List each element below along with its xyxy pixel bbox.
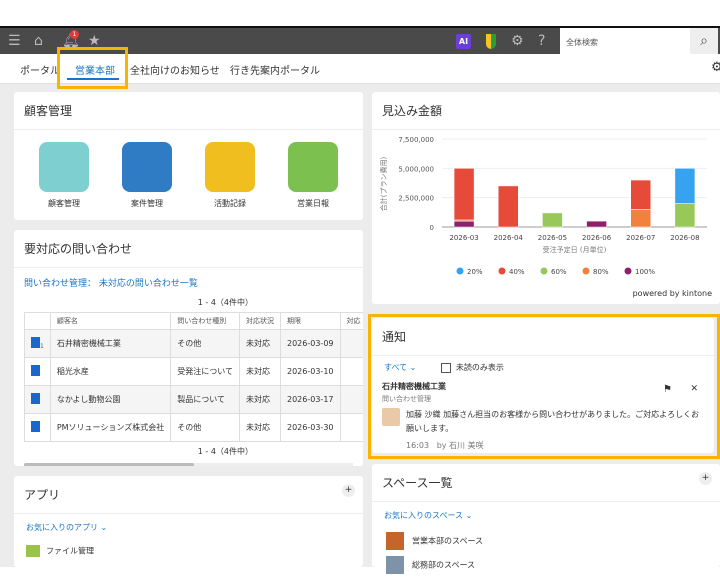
record-icon[interactable] <box>31 393 40 404</box>
table-cell: なかよし動物公園 <box>49 385 172 414</box>
table-row[interactable]: 1 石井精密機械工業 その他 未対応 2026-03-09 <box>24 329 363 358</box>
forecast-chart: 0 2,500,000 5,000,000 7,500,000 合計(プラン費用) 202… <box>379 136 707 276</box>
inquiry-list-link[interactable]: 問い合わせ管理： 未対応の問い合わせ一覧 <box>14 268 363 297</box>
table-cell: 未対応 <box>239 357 281 386</box>
legend-label: 40% <box>509 268 525 276</box>
customer-panel: 顧客管理 顧客管理 案件管理 活動記録 営業日報 <box>14 92 363 220</box>
y-tick-label: 0 <box>430 224 434 232</box>
highlight-box <box>57 47 128 89</box>
gear-icon[interactable]: ⚙ <box>511 33 524 49</box>
legend-marker <box>582 267 590 275</box>
table-row[interactable]: PMソリューションズ株式会社 その他 未対応 2026-03-30 <box>24 413 363 442</box>
space-item[interactable]: 総務部のスペース <box>372 553 720 577</box>
legend-marker <box>624 267 632 275</box>
legend-label: 80% <box>593 268 609 276</box>
search-icon[interactable]: ⌕ <box>690 28 718 54</box>
x-tick-label: 2026-06 <box>582 234 612 242</box>
table-cell: 未対応 <box>239 385 281 414</box>
beginner-icon[interactable] <box>486 34 496 49</box>
record-icon[interactable] <box>31 337 40 348</box>
table-cell: 2026-03-09 <box>280 329 341 358</box>
legend-label: 60% <box>551 268 567 276</box>
table-cell: 2026-03-17 <box>280 385 341 414</box>
legend-marker <box>540 267 548 275</box>
app-activity[interactable]: 活動記録 <box>205 142 255 209</box>
record-icon[interactable] <box>31 421 40 432</box>
highlight-box <box>368 314 720 459</box>
panel-title: 顧客管理 <box>14 92 363 130</box>
tab-portal[interactable]: ポータル <box>20 62 60 77</box>
y-tick-label: 2,500,000 <box>398 195 434 203</box>
record-count: 1 - 4（4件中） <box>197 298 253 307</box>
panel-title: スペース一覧 <box>372 464 720 502</box>
add-space-button[interactable]: + <box>699 472 712 485</box>
forecast-panel: 見込み金額 0 2,500,000 5,000,000 7,500,000 合計(プラン… <box>372 92 720 304</box>
x-tick-label: 2026-03 <box>449 234 478 242</box>
table-cell: 石井精密機械工業 <box>49 329 172 358</box>
bar-segment <box>453 168 475 221</box>
app-deals[interactable]: 案件管理 <box>122 142 172 209</box>
search-input[interactable]: 全体検索 <box>560 28 690 54</box>
y-tick-label: 5,000,000 <box>398 165 434 173</box>
table-cell: 未対応 <box>239 329 281 358</box>
table-cell: その他 <box>170 413 240 442</box>
table-cell: 受発注について <box>170 357 240 386</box>
legend-label: 100% <box>635 268 655 276</box>
inquiry-table: 顧客名 問い合わせ種別 対応状況 期限 対応 1 石井精密機械工業 その他 未対応 2026-0… <box>24 312 363 442</box>
x-tick-label: 2026-05 <box>538 234 567 242</box>
legend-label: 20% <box>467 268 483 276</box>
powered-by: powered by kintone <box>632 289 712 298</box>
bar-segment <box>630 179 651 210</box>
bar-segment <box>453 220 475 228</box>
table-row[interactable]: なかよし動物公園 製品について 未対応 2026-03-17 <box>24 385 363 414</box>
panel-title: アプリ <box>14 476 363 514</box>
table-cell: 未対応 <box>239 413 281 442</box>
bar-segment <box>630 209 651 228</box>
tab-announcements[interactable]: 全社向けのお知らせ <box>130 62 220 77</box>
space-item[interactable]: 営業本部のスペース <box>372 529 720 553</box>
ai-button[interactable]: AI <box>456 34 471 49</box>
table-cell: 2026-03-10 <box>280 357 341 386</box>
app-daily-report[interactable]: 営業日報 <box>288 142 338 209</box>
table-cell: 稲光水産 <box>49 357 172 386</box>
notification-badge: 1 <box>70 30 79 39</box>
horizontal-scrollbar[interactable] <box>24 463 194 466</box>
table-cell: 製品について <box>170 385 240 414</box>
comment-badge: 1 <box>40 343 44 350</box>
bar-segment <box>674 168 696 204</box>
inquiries-panel: 要対応の問い合わせ 問い合わせ管理： 未対応の問い合わせ一覧 1 - 4（4件中… <box>14 230 363 466</box>
favorite-apps-dropdown[interactable]: お気に入りのアプリ <box>26 523 98 532</box>
tab-whereabouts[interactable]: 行き先案内ポータル <box>230 62 320 77</box>
help-icon[interactable]: ? <box>538 33 545 49</box>
record-icon[interactable] <box>31 365 40 376</box>
bar-segment <box>586 220 607 228</box>
panel-title: 要対応の問い合わせ <box>14 230 363 268</box>
app-customer[interactable]: 顧客管理 <box>39 142 89 209</box>
x-tick-label: 2026-04 <box>494 234 524 242</box>
record-count-bottom: 1 - 4（4件中） <box>197 447 253 456</box>
favorite-spaces-dropdown[interactable]: お気に入りのスペース <box>384 511 463 520</box>
legend-marker <box>456 267 464 275</box>
x-axis-label: 受注予定日 (月単位) <box>543 245 607 254</box>
y-tick-label: 7,500,000 <box>398 136 434 144</box>
table-cell: その他 <box>170 329 240 358</box>
table-cell: PMソリューションズ株式会社 <box>49 413 172 442</box>
add-app-button[interactable]: + <box>342 484 355 497</box>
bar-segment <box>674 203 696 228</box>
x-tick-label: 2026-07 <box>626 234 655 242</box>
table-cell: 2026-03-30 <box>280 413 341 442</box>
gear-icon[interactable]: ⚙ <box>711 60 720 75</box>
bar-segment <box>542 212 563 228</box>
home-icon[interactable]: ⌂ <box>34 33 43 49</box>
table-row[interactable]: 稲光水産 受発注について 未対応 2026-03-10 <box>24 357 363 386</box>
apps-panel: アプリ + お気に入りのアプリ ⌄ ファイル管理 <box>14 476 363 567</box>
y-axis-label: 合計(プラン費用) <box>379 157 388 212</box>
menu-icon[interactable]: ☰ <box>8 33 21 49</box>
spaces-panel: スペース一覧 + お気に入りのスペース ⌄ 営業本部のスペース 総務部のスペース <box>372 464 720 574</box>
app-item[interactable]: ファイル管理 <box>14 541 363 561</box>
legend-marker <box>498 267 506 275</box>
x-tick-label: 2026-08 <box>670 234 699 242</box>
bar-segment <box>498 185 519 228</box>
